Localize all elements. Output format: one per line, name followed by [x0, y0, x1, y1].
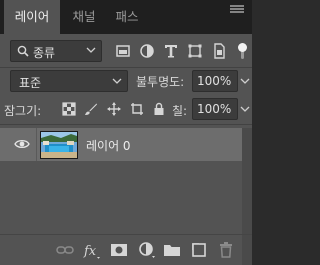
- layer-row[interactable]: 레이어 0: [0, 128, 242, 161]
- prevent-auto-nesting-icon[interactable]: [130, 102, 144, 116]
- panel-tab-bar: 레이어 채널 패스: [0, 0, 252, 34]
- filter-row: 종류: [10, 40, 248, 62]
- divider: [0, 124, 252, 125]
- lock-image-pixels-icon[interactable]: [84, 102, 98, 116]
- chevron-down-icon[interactable]: [240, 77, 250, 85]
- svg-text:fx: fx: [83, 244, 97, 259]
- tab-paths[interactable]: 패스: [108, 0, 146, 34]
- layer-name[interactable]: 레이어 0: [86, 137, 131, 154]
- adjustment-layer-filter-icon[interactable]: [138, 42, 156, 60]
- toggle-knob: [238, 43, 247, 52]
- lock-label: 잠그기:: [4, 104, 42, 118]
- lock-transparent-pixels-icon[interactable]: [62, 102, 76, 116]
- smart-object-filter-icon[interactable]: [210, 42, 228, 60]
- new-layer-icon[interactable]: [190, 241, 208, 259]
- type-layer-filter-icon[interactable]: [162, 42, 180, 60]
- lock-all-icon[interactable]: [152, 102, 166, 116]
- fx-icon[interactable]: fx: [83, 241, 101, 259]
- blend-mode-value: 표준: [19, 76, 42, 90]
- tab-channels[interactable]: 채널: [64, 0, 104, 34]
- filter-kind-value: 종류: [33, 46, 56, 60]
- pixel-layer-filter-icon[interactable]: [114, 42, 132, 60]
- search-icon: [17, 45, 29, 57]
- divider: [36, 128, 37, 161]
- fill-value: 100%: [197, 102, 232, 116]
- filter-toggle[interactable]: [238, 43, 247, 59]
- adjustment-layer-icon[interactable]: [138, 241, 156, 259]
- eye-icon[interactable]: [14, 138, 30, 150]
- shape-layer-filter-icon[interactable]: [186, 42, 204, 60]
- opacity-input[interactable]: 100%: [192, 70, 238, 92]
- divider: [0, 234, 252, 235]
- layer-thumbnail[interactable]: [40, 131, 78, 159]
- divider: [0, 67, 252, 68]
- fill-input[interactable]: 100%: [192, 98, 238, 120]
- blend-row: 표준 불투명도: 100%: [10, 70, 250, 92]
- lock-position-icon[interactable]: [107, 102, 121, 116]
- chevron-down-icon: [112, 78, 122, 84]
- layers-panel: 종류 표준 불투명도: 100% 잠그기: 칠: 100% 레이어 0 fx: [0, 34, 252, 265]
- tab-layers[interactable]: 레이어: [4, 0, 60, 34]
- chevron-down-icon: [86, 47, 96, 53]
- fill-label: 칠:: [172, 104, 188, 118]
- chevron-down-icon[interactable]: [240, 105, 250, 113]
- layer-mask-icon[interactable]: [110, 241, 128, 259]
- group-folder-icon[interactable]: [163, 241, 181, 259]
- filter-kind-select[interactable]: 종류: [10, 40, 102, 62]
- opacity-label: 불투명도:: [136, 75, 185, 89]
- scrollbar[interactable]: [242, 128, 252, 265]
- lock-row: 잠그기: 칠: 100%: [4, 98, 250, 120]
- opacity-value: 100%: [197, 74, 232, 88]
- link-layers-icon[interactable]: [56, 241, 74, 259]
- panel-menu-icon[interactable]: [230, 4, 244, 16]
- trash-icon[interactable]: [217, 241, 235, 259]
- blend-mode-select[interactable]: 표준: [10, 70, 128, 92]
